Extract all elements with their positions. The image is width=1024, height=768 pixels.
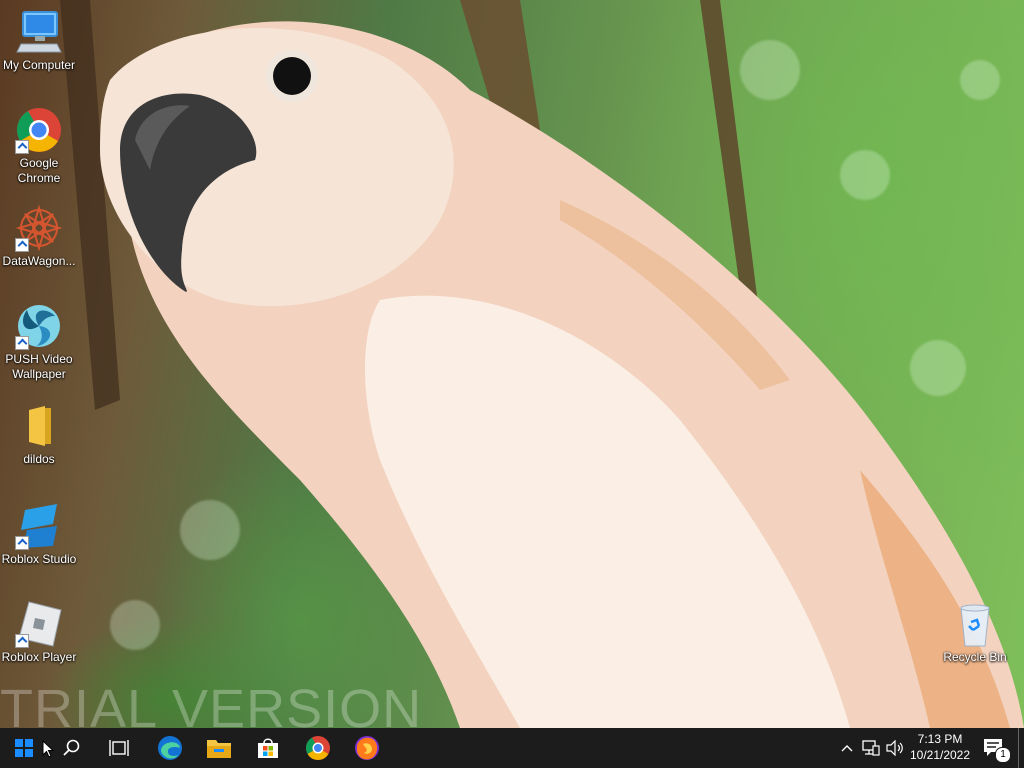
chevron-up-icon [841,745,853,752]
desktop-icon-label: My Computer [2,58,76,72]
task-view-button[interactable] [97,732,141,764]
shortcut-arrow-icon [15,336,29,350]
desktop-icon-label: Roblox Player [1,650,77,664]
volume-button[interactable] [884,728,906,768]
network-button[interactable] [860,728,882,768]
taskbar-firefox-button[interactable] [345,732,389,764]
search-icon [63,739,80,756]
desktop-icon-label: Recycle Bin [943,650,1007,664]
firefox-icon [355,736,379,760]
desktop-wallpaper: TRIAL VERSION My Computer Google Chrome [0,0,1024,728]
desktop-icon-label: dildos [23,452,55,466]
shortcut-arrow-icon [15,536,29,550]
chrome-icon [15,106,63,154]
roblox-player-icon [15,600,63,648]
taskbar-edge-button[interactable] [148,732,192,764]
network-icon [862,740,880,756]
roblox-studio-icon [15,502,63,550]
desktop-icon-roblox-player[interactable]: Roblox Player [0,600,78,665]
desktop-icon-dildos-folder[interactable]: dildos [0,402,78,467]
desktop-icon-datawagon[interactable]: DataWagon... [0,204,78,269]
datawagon-icon [15,204,63,252]
task-view-icon [109,740,129,756]
recycle-bin-icon [951,600,999,648]
desktop-icon-roblox-studio[interactable]: Roblox Studio [0,502,78,567]
desktop-icon-label: Google Chrome [17,156,61,185]
desktop-icon-my-computer[interactable]: My Computer [0,8,78,73]
search-button[interactable] [50,732,94,764]
taskbar-file-explorer-button[interactable] [197,732,241,764]
desktop-icon-label: Roblox Studio [1,552,77,566]
folder-icon [15,402,63,450]
start-button[interactable] [2,732,46,764]
shortcut-arrow-icon [15,238,29,252]
push-video-wallpaper-icon [15,302,63,350]
action-center-button[interactable]: 1 [978,728,1011,768]
desktop-icon-push-video-wallpaper[interactable]: PUSH Video Wallpaper [0,302,78,382]
cockatoo-illustration [60,0,1024,728]
speaker-icon [886,740,903,756]
shortcut-arrow-icon [15,140,29,154]
desktop-icon-label: DataWagon... [2,254,76,268]
taskbar: 7:13 PM 10/21/2022 1 [0,728,1024,768]
windows-logo-icon [15,739,33,757]
system-clock[interactable]: 7:13 PM 10/21/2022 [904,731,976,763]
trial-version-watermark: TRIAL VERSION [0,679,423,728]
clock-time: 7:13 PM [917,732,963,746]
chrome-icon [305,736,330,761]
taskbar-store-button[interactable] [246,732,290,764]
desktop-icon-google-chrome[interactable]: Google Chrome [0,106,78,186]
show-desktop-button[interactable] [1018,728,1019,768]
desktop-icon-label: PUSH Video Wallpaper [5,352,73,381]
computer-icon [15,8,63,56]
clock-date: 10/21/2022 [909,748,971,762]
show-hidden-icons-button[interactable] [838,728,856,768]
taskbar-chrome-button[interactable] [296,732,340,764]
notification-count-badge: 1 [995,747,1011,763]
desktop-icon-recycle-bin[interactable]: Recycle Bin [936,600,1014,665]
store-icon [258,738,278,758]
file-explorer-icon [207,740,231,758]
shortcut-arrow-icon [15,634,29,648]
edge-icon [158,736,182,760]
